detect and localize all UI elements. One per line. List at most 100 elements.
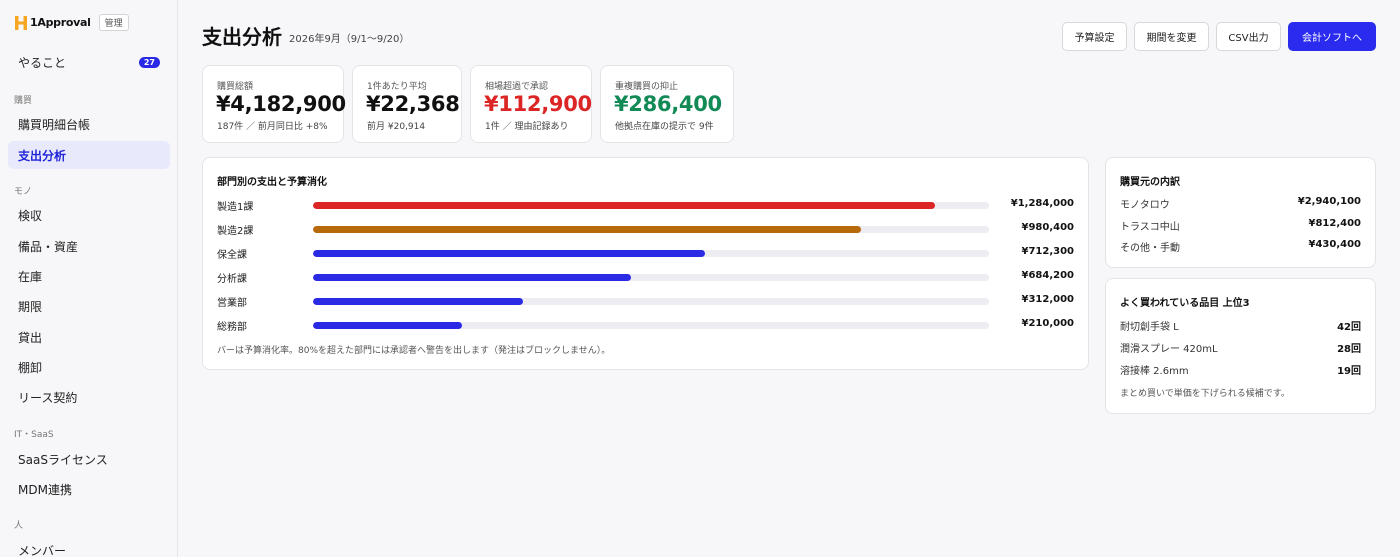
vendor-amount: ¥812,400	[1308, 218, 1361, 229]
top-items-note: まとめ買いで単価を下げられる候補です。	[1120, 389, 1290, 399]
sidebar-item-inspection[interactable]: 検収	[8, 201, 170, 229]
sidebar-item-members[interactable]: メンバー	[8, 536, 170, 557]
department-row: 営業部 ¥312,000	[217, 294, 1074, 309]
sidebar-item-label: 検収	[18, 208, 43, 223]
kpi-card-total: 購買総額 ¥4,182,900 187件 ／ 前月同日比 +8%	[202, 65, 346, 143]
section-it-saas: IT・SaaS	[14, 430, 54, 440]
budget-usage-fill	[313, 274, 631, 281]
vendor-row: その他・手動 ¥430,400	[1120, 239, 1361, 254]
brand-name: 1Approval	[30, 16, 91, 29]
change-period-button[interactable]: 期間を変更	[1134, 22, 1209, 51]
kpi-card-average: 1件あたり平均 ¥22,368 前月 ¥20,914	[352, 65, 462, 143]
department-amount: ¥980,400	[1021, 222, 1074, 233]
admin-badge: 管理	[98, 14, 129, 31]
department-name: 総務部	[217, 322, 247, 333]
department-amount: ¥712,300	[1021, 246, 1074, 257]
kpi-card-duplicate-prevention: 重複購買の抑止 ¥286,400 他拠点在庫の提示で 9件	[600, 65, 734, 143]
brand[interactable]: 1Approval 管理	[15, 14, 129, 31]
sidebar-item-lending[interactable]: 貸出	[8, 323, 170, 351]
sidebar-item-assets[interactable]: 備品・資産	[8, 232, 170, 260]
kpi-value: ¥286,400	[614, 92, 722, 116]
kpi-value: ¥22,368	[366, 92, 460, 116]
budget-usage-bar	[313, 250, 989, 257]
sidebar-item-label: 備品・資産	[18, 239, 79, 254]
kpi-card-over-market: 相場超過で承認 ¥112,900 1件 ／ 理由記録あり	[470, 65, 592, 143]
budget-usage-bar	[313, 322, 989, 329]
department-row: 製造1課 ¥1,284,000	[217, 198, 1074, 213]
vendor-row: モノタロウ ¥2,940,100	[1120, 196, 1361, 211]
sidebar-item-inventory[interactable]: 在庫	[8, 262, 170, 290]
kpi-value: ¥4,182,900	[216, 92, 346, 116]
kpi-label: 1件あたり平均	[367, 82, 427, 92]
sidebar-item-label: 支出分析	[18, 148, 67, 163]
sidebar-item-mdm[interactable]: MDM連携	[8, 475, 170, 503]
vendor-card-title: 購買元の内訳	[1120, 177, 1180, 188]
budget-usage-bar	[313, 298, 989, 305]
budget-usage-fill	[313, 202, 935, 209]
vendor-name: トラスコ中山	[1120, 222, 1180, 233]
department-amount: ¥1,284,000	[1010, 198, 1074, 209]
sidebar-item-label: SaaSライセンス	[18, 452, 108, 467]
top-item-row: 耐切創手袋 L 42回	[1120, 318, 1361, 333]
sidebar-item-saas[interactable]: SaaSライセンス	[8, 445, 170, 473]
item-count: 28回	[1337, 344, 1361, 355]
kpi-note: 他拠点在庫の提示で 9件	[615, 122, 714, 132]
item-name: 潤滑スプレー 420mL	[1120, 344, 1218, 355]
department-spend-card: 部門別の支出と予算消化 製造1課 ¥1,284,000 製造2課 ¥980,400 保全…	[202, 157, 1089, 370]
budget-usage-fill	[313, 226, 861, 233]
csv-export-button[interactable]: CSV出力	[1216, 22, 1281, 51]
sidebar: 1Approval 管理 やること 27 購買 購買明細台帳 支出分析 モノ 検…	[0, 0, 178, 557]
sidebar-item-label: 棚卸	[18, 360, 43, 375]
department-name: 製造2課	[217, 226, 254, 237]
top-item-row: 溶接棒 2.6mm 19回	[1120, 362, 1361, 377]
department-amount: ¥210,000	[1021, 318, 1074, 329]
kpi-note: 1件 ／ 理由記録あり	[485, 122, 569, 132]
accounting-export-button[interactable]: 会計ソフトへ	[1288, 22, 1376, 51]
top-items-title: よく買われている品目 上位3	[1120, 298, 1250, 309]
department-name: 保全課	[217, 250, 247, 261]
item-name: 耐切創手袋 L	[1120, 322, 1179, 333]
sidebar-item-lease[interactable]: リース契約	[8, 383, 170, 411]
sidebar-item-label: 貸出	[18, 330, 43, 345]
sidebar-item-label: 在庫	[18, 269, 43, 284]
department-name: 営業部	[217, 298, 247, 309]
budget-usage-bar	[313, 202, 989, 209]
sidebar-item-label: メンバー	[18, 543, 67, 557]
kpi-note: 187件 ／ 前月同日比 +8%	[217, 122, 328, 132]
department-row: 総務部 ¥210,000	[217, 318, 1074, 333]
kpi-label: 相場超過で承認	[485, 82, 549, 92]
kpi-note: 前月 ¥20,914	[367, 122, 426, 132]
budget-usage-bar	[313, 274, 989, 281]
department-card-title: 部門別の支出と予算消化	[217, 177, 327, 188]
vendor-amount: ¥430,400	[1308, 239, 1361, 250]
section-people: 人	[14, 521, 24, 531]
sidebar-item-expiry[interactable]: 期限	[8, 292, 170, 320]
department-name: 製造1課	[217, 202, 254, 213]
department-name: 分析課	[217, 274, 247, 285]
sidebar-item-label: リース契約	[18, 390, 78, 405]
item-name: 溶接棒 2.6mm	[1120, 366, 1189, 377]
budget-usage-fill	[313, 298, 523, 305]
kpi-label: 重複購買の抑止	[615, 82, 679, 92]
sidebar-item-spend-analysis[interactable]: 支出分析	[8, 141, 170, 169]
kpi-label: 購買総額	[217, 82, 254, 92]
sidebar-item-purchase-ledger[interactable]: 購買明細台帳	[8, 110, 170, 138]
todo-count-badge: 27	[138, 57, 160, 68]
top-item-row: 潤滑スプレー 420mL 28回	[1120, 340, 1361, 355]
sidebar-item-label: 購買明細台帳	[18, 117, 91, 132]
item-count: 42回	[1337, 322, 1361, 333]
budget-settings-button[interactable]: 予算設定	[1062, 22, 1127, 51]
department-amount: ¥312,000	[1021, 294, 1074, 305]
section-goods: モノ	[14, 187, 33, 197]
kpi-value: ¥112,900	[484, 92, 592, 116]
department-row: 保全課 ¥712,300	[217, 246, 1074, 261]
sidebar-item-todo[interactable]: やること 27	[8, 48, 170, 76]
sidebar-item-stocktake[interactable]: 棚卸	[8, 353, 170, 381]
sidebar-item-label: 期限	[18, 299, 43, 314]
sidebar-item-label: やること	[18, 55, 67, 70]
vendor-row: トラスコ中山 ¥812,400	[1120, 218, 1361, 233]
main-content: 支出分析 2026年9月（9/1〜9/20） 予算設定 期間を変更 CSV出力 …	[178, 0, 1400, 557]
budget-usage-note: バーは予算消化率。80%を超えた部門には承認者へ警告を出します（発注はブロックし…	[217, 346, 611, 356]
h-logo-icon	[15, 15, 27, 31]
department-amount: ¥684,200	[1021, 270, 1074, 281]
